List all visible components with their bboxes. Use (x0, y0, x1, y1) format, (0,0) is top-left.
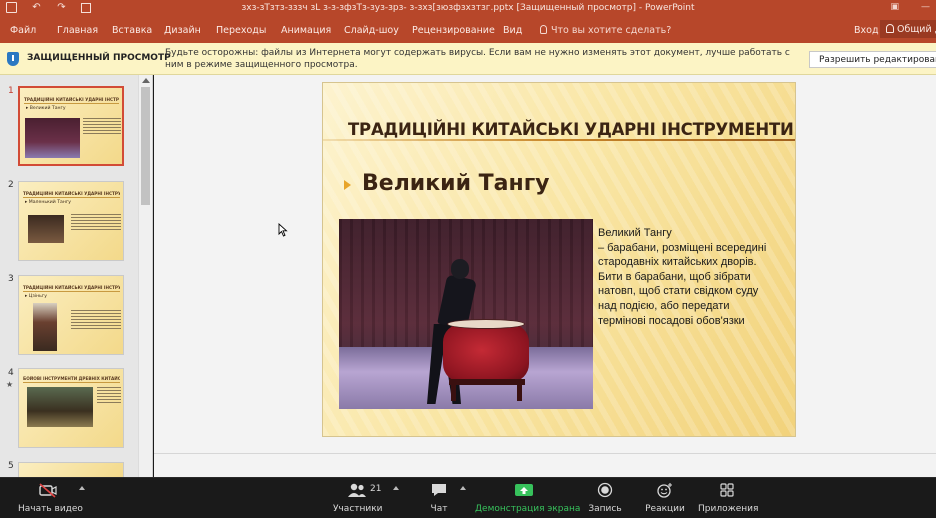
body-line: Бити в барабани, щоб зібрати (598, 270, 751, 283)
title-bar: ↶ ↷ зхз-зТзтз-зззч зL з-з-зфзТз-зуз-зрз-… (0, 0, 936, 17)
protected-view-bar: ЗАЩИЩЕННЫЙ ПРОСМОТР Будьте осторожны: фа… (0, 43, 936, 75)
slide-thumbnail-pane: 1 ТРАДИЦІЙНІ КИТАЙСЬКІ УДАРНІ ІНСТРУМЕНТ… (0, 75, 153, 482)
record-icon (597, 482, 613, 498)
slide-thumbnail-2[interactable]: ТРАДИЦІЙНІ КИТАЙСЬКІ УДАРНІ ІНСТРУМЕНТИ … (18, 181, 124, 261)
title-underline (323, 139, 795, 141)
ribbon-display-icon[interactable]: ▣ (890, 2, 899, 12)
tab-file[interactable]: Файл (10, 25, 36, 36)
slide-thumbnail-1[interactable]: ТРАДИЦІЙНІ КИТАЙСЬКІ УДАРНІ ІНСТРУМЕНТИ … (18, 86, 124, 166)
ribbon-tabs: Файл Главная Вставка Дизайн Переходы Ани… (0, 17, 936, 43)
thumbnail-text (97, 387, 121, 405)
thumbnail-subtitle: ▸ Цзіньгу (25, 294, 47, 299)
scrollbar-thumb[interactable] (141, 87, 150, 205)
slide-title[interactable]: ТРАДИЦІЙНІ КИТАЙСЬКІ УДАРНІ ІНСТРУМЕНТИ (348, 120, 794, 139)
drummer-photo[interactable] (339, 219, 593, 409)
start-video-button[interactable]: Начать видео (18, 482, 83, 514)
slide-subtitle[interactable]: Великий Тангу (362, 171, 550, 196)
tab-review[interactable]: Рецензирование (412, 25, 495, 36)
notes-pane[interactable] (154, 453, 936, 477)
thumbnail-image (25, 118, 80, 158)
reactions-icon (657, 483, 672, 498)
participants-icon (348, 483, 366, 497)
arrow-bullet-icon (344, 180, 353, 190)
slide-body-text[interactable]: Великий Тангу – барабани, розміщені всер… (598, 226, 790, 328)
window-title: зхз-зТзтз-зззч зL з-з-зфзТз-зуз-зрз- з-з… (241, 3, 695, 13)
thumbnail-title: ТРАДИЦІЙНІ КИТАЙСЬКІ УДАРНІ ІНСТРУМЕНТИ (23, 285, 120, 292)
thumbnail-text (71, 214, 121, 232)
apps-icon (720, 483, 734, 497)
share-screen-label: Демонстрация экрана (475, 504, 581, 514)
tab-transitions[interactable]: Переходы (216, 25, 266, 36)
reactions-label: Реакции (645, 504, 685, 514)
thumbnail-title: ТРАДИЦІЙНІ КИТАЙСЬКІ УДАРНІ ІНСТРУМЕНТИ (24, 97, 119, 104)
thumbnail-number: 5 (8, 461, 14, 471)
video-options-caret-icon[interactable] (79, 486, 85, 490)
body-line: термінові посадові обов'язки (598, 314, 745, 327)
thumbnail-scrollbar[interactable] (138, 75, 152, 477)
share-screen-icon (515, 484, 533, 496)
shield-icon (7, 52, 19, 66)
person-icon (886, 24, 894, 33)
tab-slideshow[interactable]: Слайд-шоу (344, 25, 399, 36)
meeting-toolbar: Начать видео Участники 21 Чат Демонстрац… (0, 477, 936, 518)
participants-caret-icon[interactable] (393, 486, 399, 490)
thumbnail-number: 2 (8, 180, 14, 190)
body-line: – барабани, розміщені всередині (598, 241, 767, 254)
thumbnail-image (28, 215, 64, 243)
chat-icon (432, 484, 446, 496)
sign-in-link[interactable]: Вход (854, 25, 879, 36)
enable-editing-button[interactable]: Разрешить редактирование (809, 51, 936, 68)
thumbnail-subtitle: ▸ Великий Тангу (26, 106, 66, 111)
lightbulb-icon (540, 25, 547, 34)
animation-star-icon: ★ (6, 380, 14, 389)
thumbnail-text (71, 310, 121, 331)
slide-editor: ТРАДИЦІЙНІ КИТАЙСЬКІ УДАРНІ ІНСТРУМЕНТИ … (154, 75, 936, 477)
apps-label: Приложения (698, 504, 759, 514)
scroll-up-icon[interactable] (142, 78, 150, 83)
tell-me-label: Что вы хотите сделать? (551, 25, 672, 36)
thumbnail-subtitle: ▸ Маленький Тангу (25, 200, 71, 205)
body-line: стародавніх китайських дворів. (598, 256, 757, 269)
tell-me-box[interactable]: Что вы хотите сделать? (540, 25, 671, 36)
tab-view[interactable]: Вид (503, 25, 522, 36)
thumbnail-number: 1 (8, 86, 14, 96)
thumbnail-number: 3 (8, 274, 14, 284)
body-line: Великий Тангу (598, 227, 672, 239)
body-line: над подією, або передати (598, 299, 730, 312)
participants-count: 21 (370, 484, 382, 494)
participants-label: Участники (333, 504, 383, 514)
video-off-icon (39, 483, 57, 498)
app-window: ↶ ↷ зхз-зТзтз-зззч зL з-з-зфзТз-зуз-зрз-… (0, 0, 936, 518)
thumbnail-title: БОЙОВІ ІНСТРУМЕНТИ ДРЕВНІХ КИТАЙСЬКИХ ВО… (23, 376, 120, 383)
thumbnail-image (33, 303, 57, 351)
tab-insert[interactable]: Вставка (112, 25, 152, 36)
protected-view-title: ЗАЩИЩЕННЫЙ ПРОСМОТР (27, 53, 171, 63)
current-slide[interactable]: ТРАДИЦІЙНІ КИТАЙСЬКІ УДАРНІ ІНСТРУМЕНТИ … (322, 82, 796, 437)
window-controls: ▣ — (890, 2, 930, 12)
slide-thumbnail-4[interactable]: БОЙОВІ ІНСТРУМЕНТИ ДРЕВНІХ КИТАЙСЬКИХ ВО… (18, 368, 124, 448)
record-button[interactable]: Запись (588, 482, 622, 514)
thumbnail-number: 4 (8, 368, 14, 378)
tab-home[interactable]: Главная (57, 25, 98, 36)
thumbnail-title: ТРАДИЦІЙНІ КИТАЙСЬКІ УДАРНІ ІНСТРУМЕНТИ (23, 191, 120, 198)
record-label: Запись (588, 504, 622, 514)
body-line: натовп, щоб стати свідком суду (598, 285, 759, 298)
minimize-icon[interactable]: — (921, 2, 930, 12)
start-video-label: Начать видео (18, 504, 83, 514)
share-label: Общий д (897, 24, 936, 35)
thumbnail-image (27, 387, 93, 427)
tab-animations[interactable]: Анимация (281, 25, 331, 36)
reactions-button[interactable]: Реакции (644, 482, 686, 514)
chat-label: Чат (430, 504, 448, 514)
slide-thumbnail-3[interactable]: ТРАДИЦІЙНІ КИТАЙСЬКІ УДАРНІ ІНСТРУМЕНТИ … (18, 275, 124, 355)
share-button[interactable]: Общий д (880, 20, 936, 38)
chat-button[interactable]: Чат (424, 482, 454, 514)
protected-view-message: Будьте осторожны: файлы из Интернета мог… (165, 48, 790, 70)
chat-caret-icon[interactable] (460, 486, 466, 490)
drum-shape (443, 324, 529, 382)
apps-button[interactable]: Приложения (698, 482, 759, 514)
tab-design[interactable]: Дизайн (164, 25, 201, 36)
share-screen-button[interactable]: Демонстрация экрана (475, 482, 581, 514)
thumbnail-text (83, 118, 121, 136)
